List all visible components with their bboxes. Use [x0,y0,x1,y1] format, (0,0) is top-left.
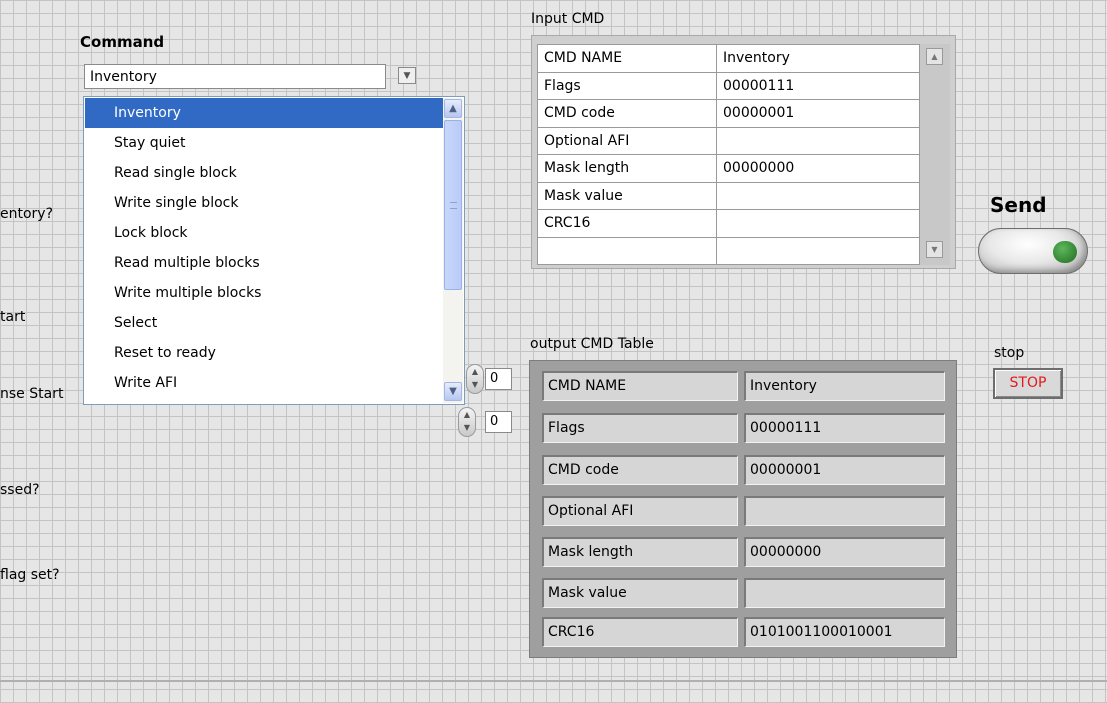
table-cell[interactable]: CMD NAME [537,44,717,73]
grip-icon [450,202,457,209]
triangle-up-icon[interactable]: ▲ [926,48,943,65]
output-cell: CMD NAME [542,371,738,401]
output-cell: 0101001100010001 [744,617,945,647]
table-row: Mask value [537,181,920,210]
dropdown-option-inventory[interactable]: Inventory [85,98,445,128]
output-cell: Flags [542,413,738,443]
left-label-start: tart [0,309,26,325]
left-label-response-start: nse Start [0,386,64,402]
column-spinner-icon[interactable]: ▲ ▼ [458,407,476,437]
output-cell: 00000000 [744,537,945,567]
send-button[interactable] [978,228,1088,274]
stop-button[interactable]: STOP [993,368,1063,399]
table-cell[interactable]: CMD code [537,99,717,128]
row-spinner-icon[interactable]: ▲ ▼ [466,364,484,394]
table-cell[interactable]: Inventory [716,44,920,73]
dropdown-option-write-multiple-blocks[interactable]: Write multiple blocks [85,278,445,308]
table-cell[interactable]: CRC16 [537,209,717,238]
dropdown-option-read-multiple-blocks[interactable]: Read multiple blocks [85,248,445,278]
table-row: CRC16 [537,209,920,238]
left-label-inventory: entory? [0,206,54,222]
output-cmd-table: CMD NAME Inventory Flags 00000111 CMD co… [529,360,957,658]
dropdown-option-read-single-block[interactable]: Read single block [85,158,445,188]
dropdown-option-select[interactable]: Select [85,308,445,338]
output-cell: CRC16 [542,617,738,647]
table-cell[interactable] [716,209,920,238]
table-cell[interactable]: 00000111 [716,71,920,100]
dropdown-option-lock-block[interactable]: Lock block [85,218,445,248]
triangle-down-icon[interactable]: ▼ [926,241,943,258]
dropdown-option-stay-quiet[interactable]: Stay quiet [85,128,445,158]
output-cell: Mask value [542,578,738,608]
output-cell [744,496,945,526]
table-row: CMD NAME Inventory [537,44,920,73]
chevron-up-icon[interactable]: ▲ [444,99,462,118]
table-row: Optional AFI [537,126,920,155]
table-cell[interactable]: 00000000 [716,154,920,183]
scrollbar-thumb[interactable] [444,120,462,290]
input-cmd-title: Input CMD [531,11,605,27]
table-cell[interactable] [716,236,920,265]
table-row [537,236,920,265]
row-index-input[interactable]: 0 [485,368,512,390]
table-cell[interactable]: 00000001 [716,99,920,128]
panel-bottom-divider [0,680,1107,682]
input-cmd-table[interactable]: CMD NAME Inventory Flags 00000111 CMD code… [537,44,920,265]
output-cmd-title: output CMD Table [530,336,654,352]
stop-label: stop [994,345,1025,361]
column-index-input[interactable]: 0 [485,411,512,433]
dropdown-option-write-afi[interactable]: Write AFI [85,368,445,398]
output-cell: Mask length [542,537,738,567]
table-row: Mask length 00000000 [537,154,920,183]
output-cell: CMD code [542,455,738,485]
input-cmd-table-frame: CMD NAME Inventory Flags 00000111 CMD code… [531,35,956,269]
table-cell[interactable] [537,236,717,265]
command-label: Command [80,33,165,51]
table-cell[interactable]: Mask length [537,154,717,183]
command-dropdown-list[interactable]: Inventory Stay quiet Read single block W… [83,96,465,405]
command-combo[interactable]: Inventory [84,64,386,89]
output-cell: 00000001 [744,455,945,485]
table-cell[interactable] [716,181,920,210]
dropdown-option-write-single-block[interactable]: Write single block [85,188,445,218]
dropdown-scrollbar[interactable]: ▲ ▼ [443,98,463,403]
left-label-passed: ssed? [0,482,40,498]
output-cell: 00000111 [744,413,945,443]
led-indicator-icon [1053,241,1077,263]
dropdown-option-reset-to-ready[interactable]: Reset to ready [85,338,445,368]
left-label-flag-set: flag set? [0,567,60,583]
table-row: Flags 00000111 [537,71,920,100]
table-cell[interactable]: Flags [537,71,717,100]
table-cell[interactable]: Optional AFI [537,126,717,155]
output-cell: Optional AFI [542,496,738,526]
triangle-down-icon[interactable]: ▼ [398,67,416,84]
output-cell: Inventory [744,371,945,401]
table-cell[interactable]: Mask value [537,181,717,210]
table-cell[interactable] [716,126,920,155]
send-label: Send [990,193,1047,217]
table-row: CMD code 00000001 [537,99,920,128]
input-table-scrollbar[interactable]: ▲ ▼ [920,44,950,265]
chevron-down-icon[interactable]: ▼ [444,382,462,401]
output-cell [744,578,945,608]
